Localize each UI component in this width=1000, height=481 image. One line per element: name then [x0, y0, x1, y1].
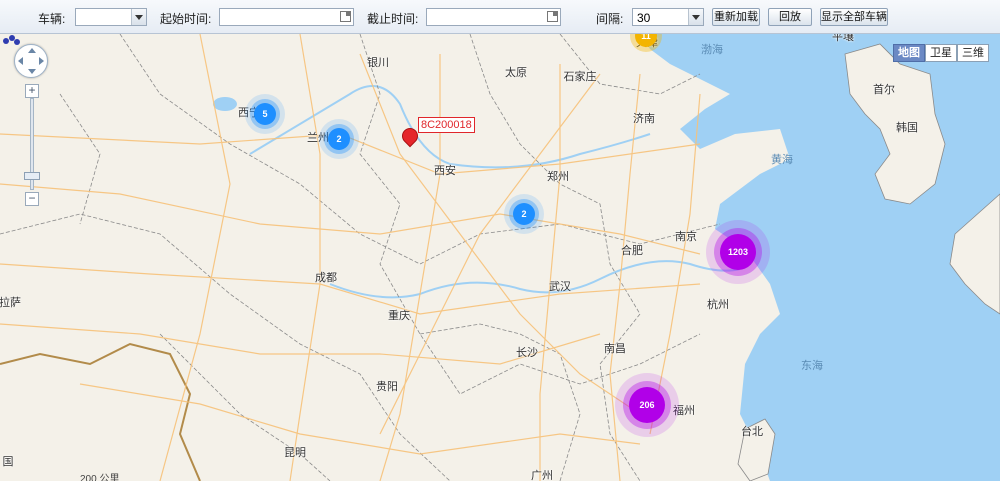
interval-label: 间隔:: [596, 12, 624, 26]
vehicle-cluster[interactable]: 206: [629, 387, 665, 423]
city-label: 福州: [673, 405, 695, 417]
city-label: 南昌: [604, 343, 626, 355]
city-label: 济南: [633, 113, 655, 125]
city-label: 昆明: [284, 447, 306, 459]
city-label: 平壤: [832, 34, 854, 43]
sea-label: 黄海: [771, 154, 793, 166]
city-label: 首尔: [873, 84, 895, 96]
city-label: 银川: [367, 57, 389, 69]
city-label: 南京: [675, 231, 697, 243]
map-type-3d-button[interactable]: 三维: [957, 44, 989, 62]
playback-button[interactable]: 回放: [768, 8, 812, 26]
city-label: 长沙: [516, 347, 538, 359]
city-label: 韩国: [896, 122, 918, 134]
pan-left-icon[interactable]: [18, 57, 23, 65]
city-label: 贵阳: [376, 381, 398, 393]
city-label: 成都: [315, 272, 337, 284]
city-label: 合肥: [621, 245, 643, 257]
city-label: 拉萨: [0, 297, 21, 309]
vehicle-cluster[interactable]: 2: [328, 128, 350, 150]
map-type-satellite-button[interactable]: 卫星: [925, 44, 957, 62]
city-label: 杭州: [707, 299, 729, 311]
pan-up-icon[interactable]: [28, 48, 36, 53]
map-logo-icon: [3, 35, 20, 45]
city-label: 台北: [741, 426, 763, 438]
city-label: 国: [2, 456, 14, 468]
vehicle-cluster[interactable]: 2: [513, 203, 535, 225]
zoom-in-button[interactable]: +: [25, 84, 39, 98]
vehicle-cluster[interactable]: 1203: [720, 234, 756, 270]
map-type-map-button[interactable]: 地图: [893, 44, 925, 62]
pan-right-icon[interactable]: [39, 57, 44, 65]
chevron-down-icon[interactable]: [131, 9, 146, 25]
interval-select[interactable]: 30: [632, 8, 704, 26]
city-label: 郑州: [547, 171, 569, 183]
city-label: 太原: [505, 67, 527, 79]
map-canvas[interactable]: 银川 太原 石家庄 兰州 西宁 西安 郑州 济南 合肥 南京 杭州 成都 重庆 …: [0, 34, 1000, 481]
scale-label: 200 公里: [80, 474, 120, 481]
reload-button[interactable]: 重新加载: [712, 8, 760, 26]
city-label: 兰州: [307, 132, 329, 144]
end-time-label: 截止时间:: [367, 12, 419, 26]
vehicle-cluster[interactable]: 5: [254, 103, 276, 125]
vehicle-label: 车辆:: [38, 12, 66, 26]
sea-label: 东海: [801, 360, 823, 372]
chevron-down-icon[interactable]: [688, 9, 703, 25]
city-label: 广州: [531, 470, 553, 481]
map-base: [0, 34, 1000, 481]
interval-select-value: 30: [637, 11, 651, 25]
show-all-vehicles-button[interactable]: 显示全部车辆: [820, 8, 888, 26]
toolbar: 车辆: 起始时间: 截止时间: 间隔: 30 重新加载 回放 显示全部车辆: [0, 0, 1000, 34]
calendar-icon[interactable]: [547, 11, 558, 22]
start-time-input[interactable]: [219, 8, 354, 26]
sea-label: 渤海: [701, 44, 723, 56]
city-label: 西安: [434, 165, 456, 177]
city-label: 武汉: [549, 281, 571, 293]
calendar-icon[interactable]: [340, 11, 351, 22]
end-time-input[interactable]: [426, 8, 561, 26]
start-time-label: 起始时间:: [160, 12, 212, 26]
zoom-slider-handle[interactable]: [24, 172, 40, 180]
city-label: 重庆: [388, 310, 410, 322]
zoom-out-button[interactable]: −: [25, 192, 39, 206]
vehicle-marker-label[interactable]: 8C200018: [418, 117, 475, 133]
pan-down-icon[interactable]: [28, 69, 36, 74]
pan-control[interactable]: [14, 44, 48, 78]
vehicle-select[interactable]: [75, 8, 147, 26]
city-label: 石家庄: [563, 71, 597, 83]
